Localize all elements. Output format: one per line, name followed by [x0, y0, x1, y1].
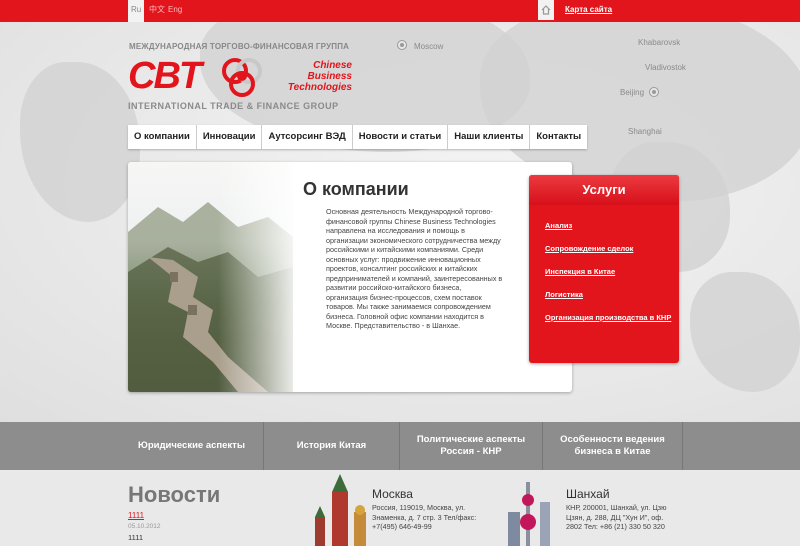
moscow-marker: [398, 41, 406, 49]
city-label: Khabarovsk: [638, 38, 681, 47]
office-shanghai-address: КНР, 200001, Шанхай, ул. Цзю Цзян, д. 28…: [566, 503, 667, 531]
logo-line: Business: [307, 71, 352, 82]
services-list: Анализ Сопровождение сделок Инспекция в …: [529, 205, 679, 322]
about-card: О компании Основная деятельность Междуна…: [128, 162, 572, 392]
page-title: О компании: [303, 179, 409, 199]
service-link-analysis[interactable]: Анализ: [545, 221, 679, 230]
menu-item-about[interactable]: О компании: [128, 125, 197, 149]
lang-zh[interactable]: 中文: [149, 0, 165, 22]
menu-item-innovations[interactable]: Инновации: [197, 125, 263, 149]
home-button[interactable]: [538, 0, 554, 20]
menu-item-outsourcing[interactable]: Аутсорсинг ВЭД: [262, 125, 353, 149]
photo-fade: [218, 162, 308, 392]
topic-history[interactable]: История Китая: [264, 422, 400, 470]
top-bar: [0, 0, 800, 22]
logo-letters: CBT: [128, 55, 202, 97]
services-panel: Услуги Анализ Сопровождение сделок Инспе…: [529, 175, 679, 363]
topic-legal[interactable]: Юридические аспекты: [0, 422, 264, 470]
menu-item-contacts[interactable]: Контакты: [530, 125, 587, 149]
office-shanghai-city: Шанхай: [566, 487, 610, 501]
news-date: 05.10.2012: [128, 523, 161, 530]
map-landmass: [20, 62, 140, 222]
main-menu: О компании Инновации Аутсорсинг ВЭД Ново…: [128, 125, 588, 149]
menu-item-clients[interactable]: Наши клиенты: [448, 125, 531, 149]
topic-politics[interactable]: Политические аспекты Россия - КНР: [400, 422, 543, 470]
city-label: Shanghai: [628, 127, 662, 136]
office-moscow-city: Москва: [372, 487, 413, 501]
shanghai-skyline-image: [508, 482, 550, 546]
topic-business[interactable]: Особенности ведения бизнеса в Китае: [543, 422, 683, 470]
logo-line: Technologies: [287, 82, 352, 93]
about-text: Основная деятельность Международной торг…: [326, 207, 503, 330]
map-landmass: [690, 272, 800, 392]
service-link-logistics[interactable]: Логистика: [545, 290, 679, 299]
logo-line: Chinese: [313, 60, 352, 71]
news-text: 1111: [128, 533, 144, 542]
service-link-inspection[interactable]: Инспекция в Китае: [545, 267, 679, 276]
office-moscow-address: Россия, 119019, Москва, ул. Знаменка, д.…: [372, 503, 477, 531]
service-link-production[interactable]: Организация производства в КНР: [545, 313, 679, 322]
logo-subtitle: INTERNATIONAL TRADE & FINANCE GROUP: [128, 101, 339, 111]
city-label: Moscow: [414, 42, 444, 51]
service-link-deals[interactable]: Сопровождение сделок: [545, 244, 679, 253]
menu-item-news[interactable]: Новости и статьи: [353, 125, 449, 149]
logo-knot-icon: [222, 58, 262, 97]
sitemap-link[interactable]: Карта сайта: [565, 5, 612, 14]
moscow-kremlin-image: [315, 474, 366, 546]
news-title: Новости: [128, 482, 221, 507]
logo-company-name: Chinese Business Technologies: [268, 60, 352, 93]
services-title: Услуги: [529, 175, 679, 205]
lang-ru[interactable]: Ru: [128, 0, 145, 22]
home-icon: [541, 5, 551, 15]
beijing-marker: [650, 88, 658, 96]
logo-tagline: МЕЖДУНАРОДНАЯ ТОРГОВО-ФИНАНСОВАЯ ГРУППА: [129, 42, 350, 51]
logo[interactable]: CBT Chinese Business Technologies: [128, 55, 352, 100]
city-label: Vladivostok: [645, 63, 686, 72]
lang-en[interactable]: Eng: [168, 0, 182, 22]
news-item-link[interactable]: 1111: [128, 511, 144, 520]
city-label: Beijing: [620, 88, 645, 97]
